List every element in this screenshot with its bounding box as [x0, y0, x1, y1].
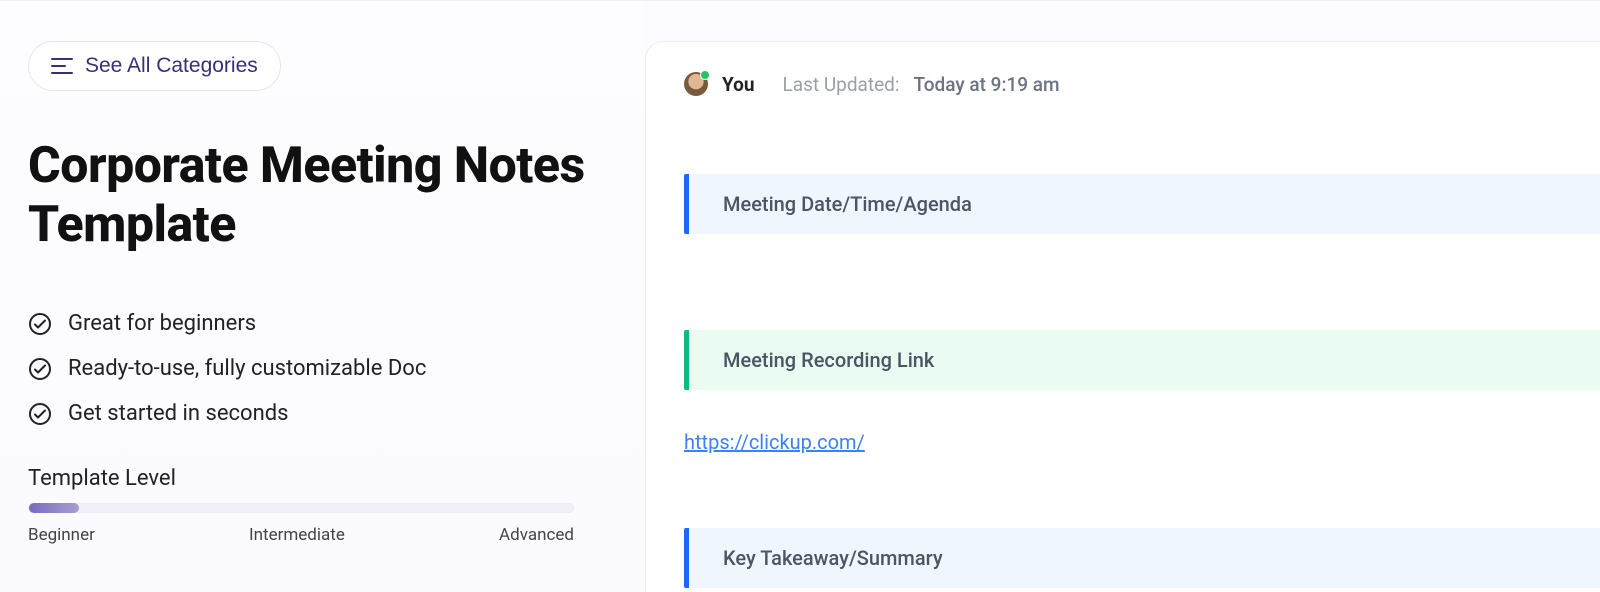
- level-mark-intermediate: Intermediate: [249, 525, 345, 545]
- feature-item: Great for beginners: [28, 311, 617, 336]
- recording-link-line: https://clickup.com/: [684, 430, 1600, 454]
- level-mark-advanced: Advanced: [499, 525, 574, 545]
- document-preview-panel: You Last Updated: Today at 9:19 am Meeti…: [645, 41, 1600, 592]
- section-key-takeaway[interactable]: Key Takeaway/Summary: [684, 528, 1600, 588]
- section-recording-link[interactable]: Meeting Recording Link: [684, 330, 1600, 390]
- updated-time: Today at 9:19 am: [913, 73, 1059, 96]
- feature-text: Ready-to-use, fully customizable Doc: [68, 356, 426, 381]
- recording-link[interactable]: https://clickup.com/: [684, 430, 865, 454]
- document-meta: You Last Updated: Today at 9:19 am: [684, 72, 1600, 96]
- see-all-categories-label: See All Categories: [85, 54, 258, 78]
- template-info-panel: See All Categories Corporate Meeting Not…: [0, 1, 645, 592]
- avatar[interactable]: [684, 72, 708, 96]
- check-circle-icon: [28, 312, 52, 336]
- feature-list: Great for beginners Ready-to-use, fully …: [28, 311, 617, 426]
- author-name: You: [722, 73, 755, 96]
- template-level-marks: Beginner Intermediate Advanced: [28, 525, 574, 545]
- template-level-fill: [29, 503, 79, 513]
- see-all-categories-button[interactable]: See All Categories: [28, 41, 281, 91]
- page-title: Corporate Meeting Notes Template: [28, 137, 617, 255]
- feature-item: Get started in seconds: [28, 401, 617, 426]
- feature-text: Get started in seconds: [68, 401, 289, 426]
- template-level-label: Template Level: [28, 466, 617, 491]
- template-level-slider[interactable]: [28, 503, 574, 513]
- check-circle-icon: [28, 357, 52, 381]
- feature-item: Ready-to-use, fully customizable Doc: [28, 356, 617, 381]
- feature-text: Great for beginners: [68, 311, 256, 336]
- section-meeting-agenda[interactable]: Meeting Date/Time/Agenda: [684, 174, 1600, 234]
- menu-icon: [51, 57, 73, 75]
- check-circle-icon: [28, 402, 52, 426]
- level-mark-beginner: Beginner: [28, 525, 95, 545]
- updated-label: Last Updated:: [783, 73, 900, 96]
